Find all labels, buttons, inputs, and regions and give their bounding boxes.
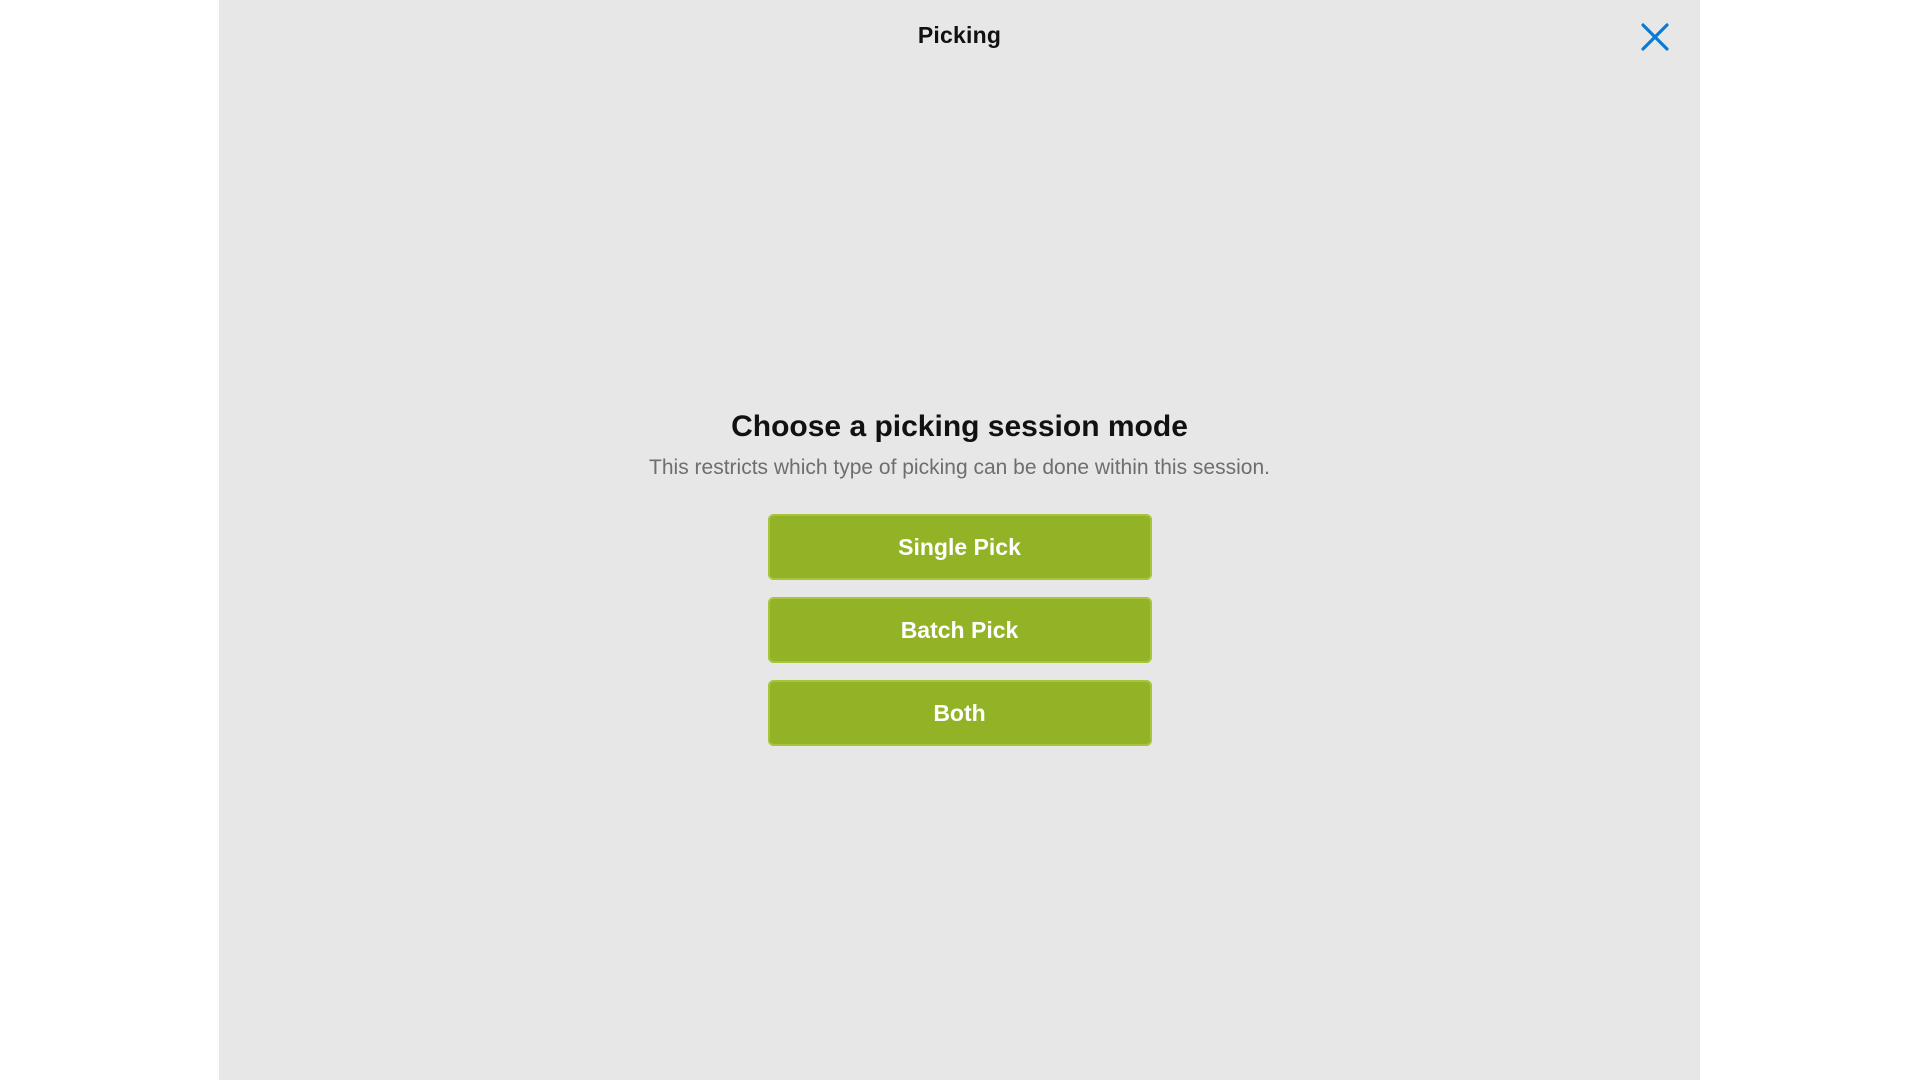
close-icon (1641, 23, 1669, 51)
modal-title: Picking (917, 22, 1002, 48)
close-button[interactable] (1638, 20, 1672, 54)
mode-buttons: Single Pick Batch Pick Both (767, 514, 1152, 746)
single-pick-button[interactable]: Single Pick (767, 514, 1152, 580)
page-title: Choose a picking session mode (731, 410, 1188, 443)
mode-selection-panel: Choose a picking session mode This restr… (219, 408, 1700, 746)
page: Picking Choose a picking session mode Th… (0, 0, 1920, 1080)
page-subtitle: This restricts which type of picking can… (649, 456, 1270, 479)
both-button[interactable]: Both (767, 680, 1152, 746)
batch-pick-button[interactable]: Batch Pick (767, 597, 1152, 663)
picking-modal: Picking Choose a picking session mode Th… (219, 0, 1700, 1080)
